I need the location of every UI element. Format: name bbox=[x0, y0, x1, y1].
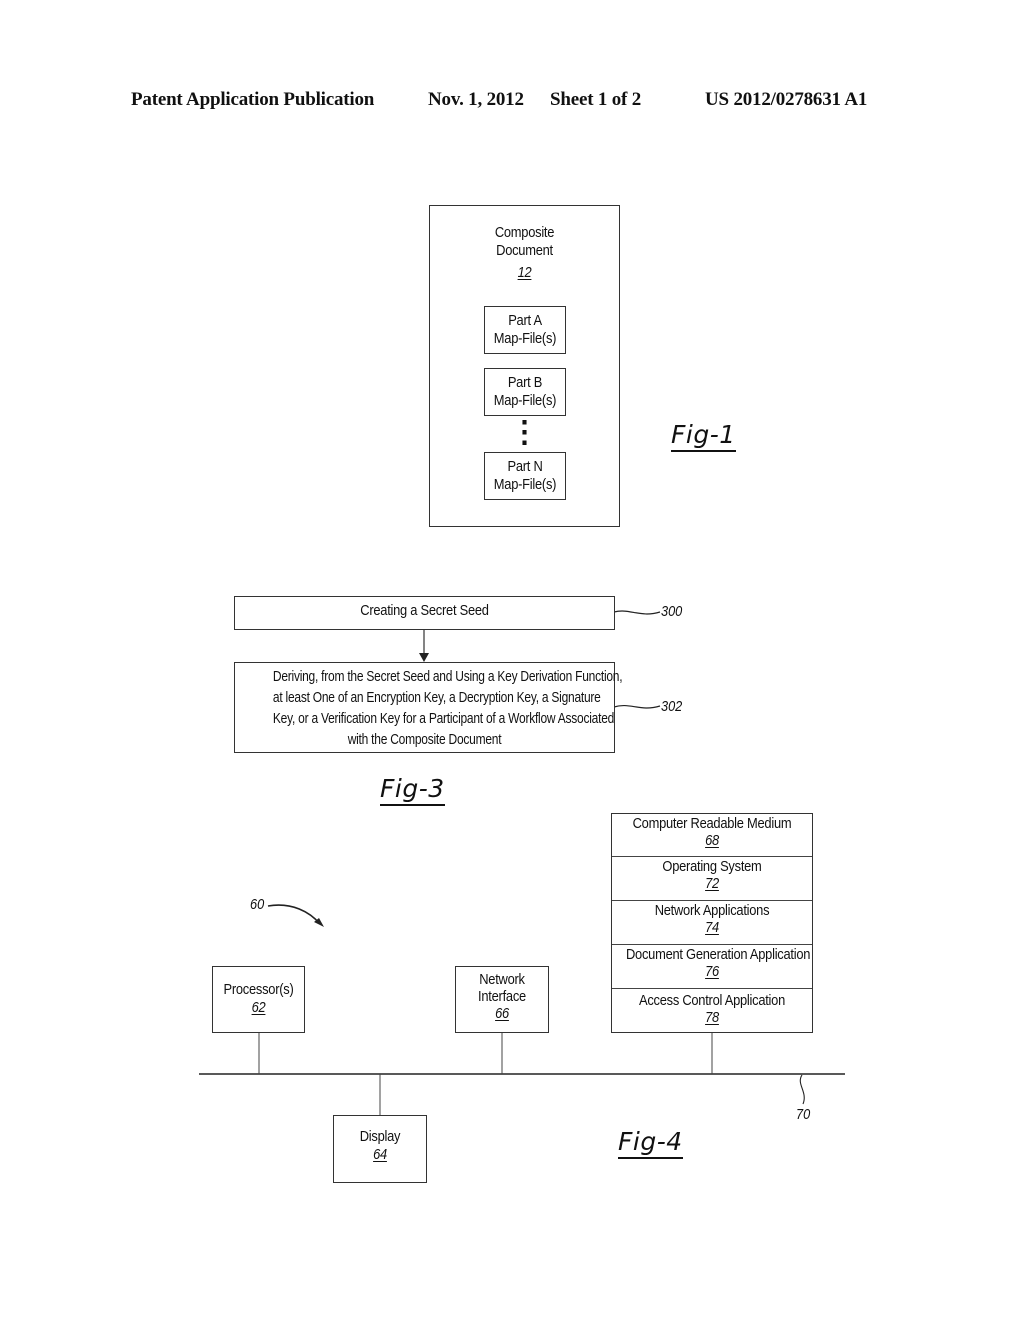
ref-76: 76 bbox=[705, 963, 719, 980]
ref-74: 74 bbox=[705, 919, 719, 936]
part-n-label: Part N bbox=[507, 458, 543, 475]
ref-300: 300 bbox=[661, 603, 683, 620]
part-n-sublabel: Map-File(s) bbox=[493, 476, 557, 493]
medium-row-76: Document Generation Application 76 bbox=[612, 945, 812, 989]
part-a-label: Part A bbox=[508, 312, 542, 329]
display-label: Display bbox=[359, 1128, 401, 1145]
leader-line-60 bbox=[267, 904, 321, 925]
flow-arrowhead bbox=[419, 653, 429, 662]
connector-lines bbox=[199, 610, 845, 1116]
part-a-sublabel: Map-File(s) bbox=[493, 330, 557, 347]
step-300-box: Creating a Secret Seed bbox=[234, 596, 615, 630]
display-box: Display 64 bbox=[333, 1115, 427, 1183]
leader-line-302 bbox=[613, 704, 661, 709]
medium-label-76: Document Generation Application bbox=[626, 946, 811, 963]
ellipsis-icon: ⋮ bbox=[509, 416, 540, 449]
ref-78: 78 bbox=[705, 1009, 719, 1026]
ref-64: 64 bbox=[373, 1146, 387, 1163]
part-a-box: Part A Map-File(s) bbox=[484, 306, 566, 354]
part-b-sublabel: Map-File(s) bbox=[493, 392, 557, 409]
leader-line-300 bbox=[613, 610, 661, 615]
ref-72: 72 bbox=[705, 875, 719, 892]
medium-row-74: Network Applications 74 bbox=[612, 901, 812, 945]
medium-label-74: Network Applications bbox=[654, 902, 770, 919]
step-302-box: Deriving, from the Secret Seed and Using… bbox=[234, 662, 623, 753]
part-n-box: Part N Map-File(s) bbox=[484, 452, 566, 500]
composite-document-box: Composite Document 12 Part A Map-File(s)… bbox=[429, 205, 620, 527]
medium-row-72: Operating System 72 bbox=[612, 857, 812, 901]
ref-60: 60 bbox=[250, 896, 265, 913]
step-302-line4: with the Composite Document bbox=[347, 731, 502, 748]
step-302-line2: at least One of an Encryption Key, a Dec… bbox=[272, 689, 601, 706]
ref-12: 12 bbox=[517, 264, 532, 281]
part-b-box: Part B Map-File(s) bbox=[484, 368, 566, 416]
network-label-line2: Interface bbox=[478, 988, 526, 1005]
medium-row-68: Computer Readable Medium 68 bbox=[612, 814, 812, 857]
medium-label-78: Access Control Application bbox=[638, 992, 786, 1009]
fig3-title: Fig-3 bbox=[380, 775, 445, 806]
composite-document-label: Composite Document 12 bbox=[443, 224, 606, 282]
medium-label-68: Computer Readable Medium bbox=[632, 815, 792, 832]
ref-302: 302 bbox=[661, 698, 683, 715]
ref-68: 68 bbox=[705, 832, 719, 849]
medium-stack-box: Computer Readable Medium 68 Operating Sy… bbox=[611, 813, 813, 1033]
processor-box: Processor(s) 62 bbox=[212, 966, 305, 1033]
network-label-line1: Network bbox=[479, 971, 525, 988]
fig4-title: Fig-4 bbox=[618, 1128, 683, 1159]
fig1-title: Fig-1 bbox=[671, 421, 736, 452]
ref-66: 66 bbox=[495, 1005, 509, 1022]
leader-line-70 bbox=[799, 1074, 805, 1105]
network-interface-box: Network Interface 66 bbox=[455, 966, 549, 1033]
composite-label-line1: Composite bbox=[494, 224, 555, 241]
step-300-text: Creating a Secret Seed bbox=[360, 602, 489, 619]
composite-label-line2: Document bbox=[496, 242, 553, 259]
medium-label-72: Operating System bbox=[662, 858, 762, 875]
processor-label: Processor(s) bbox=[223, 981, 294, 998]
step-302-line1: Deriving, from the Secret Seed and Using… bbox=[272, 668, 623, 685]
ref-70: 70 bbox=[796, 1106, 811, 1123]
medium-row-78: Access Control Application 78 bbox=[612, 989, 812, 1033]
part-b-label: Part B bbox=[507, 374, 543, 391]
step-302-line3: Key, or a Verification Key for a Partici… bbox=[272, 710, 615, 727]
ref-62: 62 bbox=[251, 999, 266, 1016]
